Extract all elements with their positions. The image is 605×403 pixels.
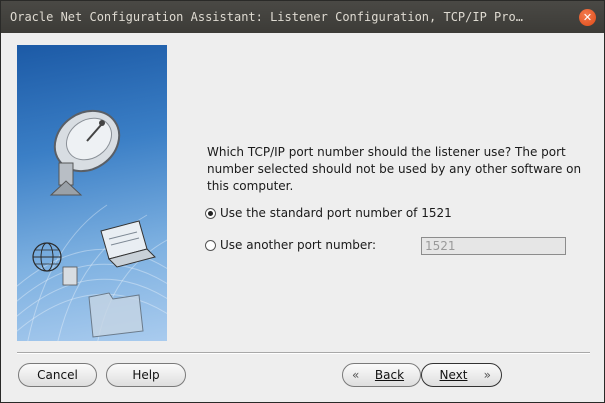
button-divider (17, 352, 590, 354)
navigation-buttons: « Back Next » (342, 363, 502, 387)
laptop-icon (100, 220, 156, 268)
next-arrow-icon: » (483, 368, 491, 382)
side-illustration (17, 45, 167, 341)
folder-icon (88, 292, 144, 338)
standard-port-radio[interactable] (205, 207, 216, 219)
close-icon[interactable]: ✕ (579, 9, 596, 26)
dialog-window: Oracle Net Configuration Assistant: List… (0, 0, 605, 403)
next-button[interactable]: Next » (421, 363, 502, 387)
help-button[interactable]: Help (106, 363, 186, 387)
port-number-input[interactable]: 1521 (421, 237, 566, 255)
satellite-dish-icon (49, 109, 121, 196)
standard-port-label: Use the standard port number of 1521 (220, 206, 452, 220)
standard-port-option[interactable]: Use the standard port number of 1521 (205, 206, 452, 220)
back-arrow-icon: « (352, 368, 360, 382)
back-button[interactable]: « Back (342, 363, 421, 387)
port-question-text: Which TCP/IP port number should the list… (207, 145, 582, 193)
cancel-button[interactable]: Cancel (18, 363, 97, 387)
window-title: Oracle Net Configuration Assistant: List… (10, 10, 523, 24)
custom-port-radio[interactable] (205, 239, 216, 251)
back-label: Back (374, 368, 405, 382)
globe-icon (32, 242, 62, 272)
custom-port-option[interactable]: Use another port number: (205, 238, 376, 252)
custom-port-label: Use another port number: (220, 238, 377, 252)
next-label: Next (439, 368, 468, 382)
title-bar[interactable]: Oracle Net Configuration Assistant: List… (1, 1, 604, 33)
